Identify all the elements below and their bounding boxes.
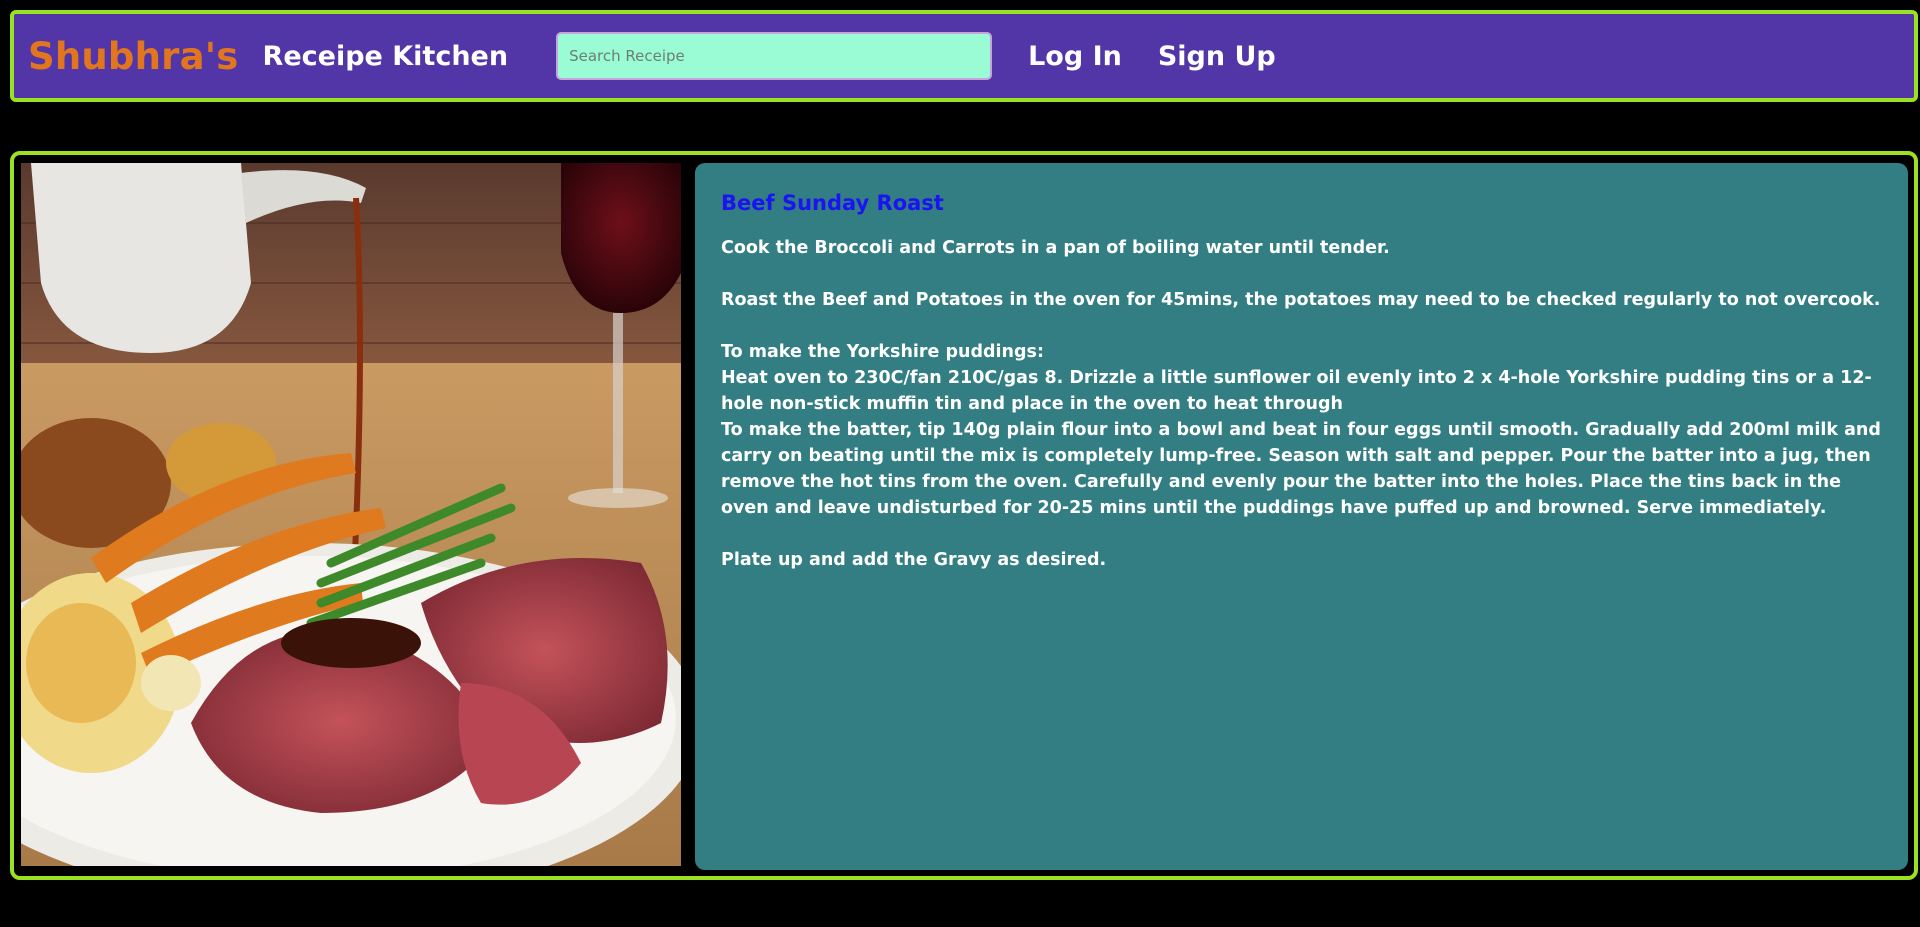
brand-name[interactable]: Shubhra's — [28, 35, 239, 78]
recipe-step: Cook the Broccoli and Carrots in a pan o… — [721, 238, 1390, 258]
login-link[interactable]: Log In — [1028, 41, 1122, 72]
recipe-step: To make the Yorkshire puddings: — [721, 342, 1044, 362]
recipe-instructions: Cook the Broccoli and Carrots in a pan o… — [721, 235, 1882, 573]
search-input[interactable] — [556, 32, 993, 80]
recipe-step: To make the batter, tip 140g plain flour… — [721, 420, 1881, 518]
recipe-title: Beef Sunday Roast — [721, 191, 944, 215]
recipe-step: Heat oven to 230C/fan 210C/gas 8. Drizzl… — [721, 368, 1872, 414]
navbar: Shubhra's Receipe Kitchen Log In Sign Up — [10, 10, 1918, 102]
recipe-card: Beef Sunday Roast Cook the Broccoli and … — [10, 151, 1918, 880]
recipe-step: Plate up and add the Gravy as desired. — [721, 550, 1107, 570]
recipe-panel: Beef Sunday Roast Cook the Broccoli and … — [695, 163, 1908, 870]
signup-link[interactable]: Sign Up — [1158, 41, 1276, 72]
brand-subtitle: Receipe Kitchen — [262, 40, 509, 72]
recipe-step: Roast the Beef and Potatoes in the oven … — [721, 290, 1881, 310]
roast-dinner-photo — [21, 163, 681, 866]
